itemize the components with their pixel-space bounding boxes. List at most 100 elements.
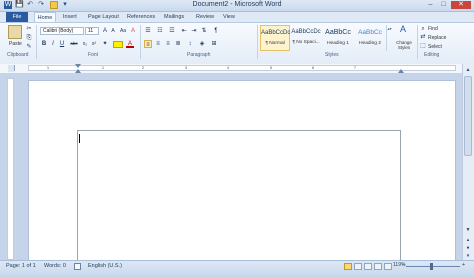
save-icon[interactable]: 💾 [15, 1, 24, 9]
next-page-icon[interactable]: ▾ [463, 252, 473, 260]
ruler-number: 7 [353, 65, 357, 70]
styles-scroll-arrows[interactable]: ▴▾ [386, 25, 392, 51]
tab-insert[interactable]: Insert [63, 12, 77, 22]
font-name-select[interactable]: Calibri (Body) [40, 27, 84, 35]
tab-review[interactable]: Review [196, 12, 214, 22]
subscript-button[interactable]: x₂ [81, 40, 89, 48]
text-effects-icon[interactable]: ✦ [101, 40, 109, 48]
bold-button[interactable]: B [40, 40, 48, 48]
find-button[interactable]: Find [428, 26, 438, 32]
strikethrough-button[interactable]: abc [68, 40, 80, 48]
change-styles-button[interactable]: Change Styles [393, 40, 415, 50]
close-button[interactable]: ✕ [451, 1, 471, 9]
proofing-icon[interactable] [74, 263, 81, 270]
tab-references[interactable]: References [127, 12, 155, 22]
full-screen-reading-icon[interactable] [354, 263, 362, 270]
window-title: Document2 - Microsoft Word [192, 1, 282, 8]
tab-home[interactable]: Home [34, 12, 56, 22]
font-size-select[interactable]: 11 [85, 27, 99, 35]
show-hide-pilcrow-icon[interactable]: ¶ [212, 27, 220, 35]
decrease-indent-icon[interactable]: ⇤ [180, 27, 188, 35]
replace-icon[interactable]: ⇄ [419, 33, 427, 41]
scrollbar-thumb[interactable] [464, 76, 472, 156]
first-line-indent-marker[interactable] [75, 64, 81, 68]
text-boundary [77, 130, 401, 262]
increase-indent-icon[interactable]: ⇥ [190, 27, 198, 35]
zoom-out-icon[interactable]: − [402, 262, 405, 268]
web-layout-icon[interactable] [364, 263, 372, 270]
select-browse-object-icon[interactable]: ● [463, 244, 473, 252]
zoom-slider-thumb[interactable] [430, 263, 433, 270]
scroll-up-arrow-icon[interactable]: ▲ [463, 66, 473, 74]
word-app-icon[interactable]: W [4, 1, 12, 9]
copy-icon[interactable]: ⎘ [25, 34, 33, 42]
replace-button[interactable]: Replace [428, 35, 446, 41]
align-right-icon[interactable]: ≡ [164, 40, 172, 48]
draft-icon[interactable] [384, 263, 392, 270]
undo-icon[interactable]: ↶ [26, 1, 34, 9]
shrink-font-icon[interactable]: A [109, 27, 117, 35]
language-indicator[interactable]: English (U.S.) [88, 263, 122, 269]
sort-icon[interactable]: ⇅ [200, 27, 208, 35]
paste-icon[interactable] [8, 25, 22, 39]
italic-button[interactable]: I [49, 40, 57, 48]
tab-file[interactable]: File [6, 12, 28, 22]
align-center-icon[interactable]: ≡ [154, 40, 162, 48]
group-divider [257, 25, 258, 59]
outline-icon[interactable] [374, 263, 382, 270]
paste-button[interactable]: Paste [9, 41, 22, 47]
select-button[interactable]: Select [428, 44, 442, 50]
text-cursor [79, 134, 80, 143]
superscript-button[interactable]: x² [90, 40, 98, 48]
cut-icon[interactable]: ✂ [25, 25, 33, 33]
paragraph-group-label: Paragraph [187, 52, 211, 58]
clear-formatting-icon[interactable]: A [129, 27, 137, 35]
quick-access-highlight-icon[interactable] [50, 1, 58, 9]
view-ruler-toggle[interactable] [8, 65, 14, 72]
align-left-icon[interactable]: ≡ [144, 40, 152, 48]
page-count[interactable]: Page: 1 of 1 [6, 263, 36, 269]
group-divider [417, 25, 418, 59]
style-name: Heading 1 [327, 41, 349, 46]
style-normal[interactable]: AaBbCcDc ¶ Normal [260, 25, 290, 51]
change-styles-icon[interactable]: A [397, 25, 409, 37]
customize-quick-access-icon[interactable]: ▾ [61, 1, 69, 9]
maximize-button[interactable]: □ [438, 1, 449, 9]
bullets-icon[interactable]: ☰ [144, 27, 152, 35]
previous-page-icon[interactable]: ▴ [463, 236, 473, 244]
style-no-spacing[interactable]: AaBbCcDc ¶ No Spaci... [291, 25, 321, 51]
multilevel-list-icon[interactable]: ☲ [168, 27, 176, 35]
font-color-button[interactable]: A [126, 40, 134, 48]
style-heading-1[interactable]: AaBbCc Heading 1 [323, 25, 353, 51]
clipboard-group-label: Clipboard [7, 52, 29, 58]
find-icon[interactable]: ⌕ [419, 25, 427, 33]
minimize-button[interactable]: – [425, 1, 436, 9]
borders-icon[interactable]: ⊞ [210, 40, 218, 48]
editing-group-label: Editing [424, 52, 440, 58]
tab-view[interactable]: View [223, 12, 235, 22]
word-count[interactable]: Words: 0 [44, 263, 66, 269]
justify-icon[interactable]: ≣ [174, 40, 182, 48]
print-layout-icon[interactable] [344, 263, 352, 270]
vertical-ruler[interactable] [7, 78, 14, 260]
line-spacing-icon[interactable]: ↕ [186, 40, 194, 48]
zoom-slider[interactable] [406, 266, 460, 267]
format-painter-icon[interactable]: ✎ [25, 43, 33, 51]
select-icon[interactable]: ⬚ [419, 42, 427, 50]
style-name: ¶ No Spaci... [292, 40, 320, 45]
highlight-color-icon[interactable] [113, 41, 123, 48]
style-heading-2[interactable]: AaBbCc Heading 2 [355, 25, 385, 51]
style-preview: AaBbCc [325, 29, 351, 36]
scroll-down-arrow-icon[interactable]: ▼ [463, 226, 473, 234]
zoom-in-icon[interactable]: + [462, 262, 465, 268]
ruler-number: 5 [269, 65, 273, 70]
tab-page-layout[interactable]: Page Layout [88, 12, 119, 22]
underline-button[interactable]: U [58, 40, 66, 48]
change-case-icon[interactable]: Aa [118, 27, 128, 35]
grow-font-icon[interactable]: A [101, 27, 109, 35]
redo-icon[interactable]: ↷ [37, 1, 45, 9]
shading-icon[interactable]: ◈ [198, 40, 206, 48]
tab-mailings[interactable]: Mailings [164, 12, 184, 22]
styles-group-label: Styles [325, 52, 339, 58]
numbering-icon[interactable]: ☷ [156, 27, 164, 35]
